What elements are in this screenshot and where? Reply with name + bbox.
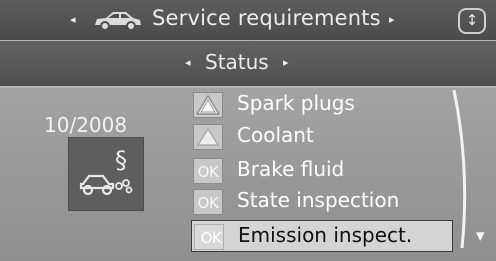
header-bar: ◂ Service requirements ▸ ↕ bbox=[0, 0, 496, 40]
list-item-emission-inspect-selected[interactable]: OK Emission inspect. bbox=[191, 220, 453, 252]
header-right-arrow-icon[interactable]: ▸ bbox=[389, 13, 395, 26]
status-label[interactable]: Status bbox=[205, 50, 269, 74]
svg-text:§: § bbox=[115, 146, 127, 174]
warning-status-box bbox=[193, 124, 223, 150]
warning-status-box bbox=[193, 92, 223, 118]
item-label: Spark plugs bbox=[237, 91, 355, 115]
item-label: Coolant bbox=[237, 123, 314, 147]
item-label: Brake fluid bbox=[237, 157, 345, 181]
service-requirements-screen: ◂ Service requirements ▸ ↕ ◂ Status ▸ 10… bbox=[0, 0, 496, 261]
ok-badge: OK bbox=[197, 163, 219, 181]
status-left-arrow-icon[interactable]: ◂ bbox=[185, 56, 191, 69]
screen-title: Service requirements bbox=[152, 6, 381, 30]
status-selector[interactable]: ◂ Status ▸ bbox=[0, 41, 496, 86]
header-left-arrow-icon[interactable]: ◂ bbox=[70, 13, 76, 26]
item-label: Emission inspect. bbox=[238, 223, 413, 247]
emission-inspection-icon: § bbox=[68, 137, 144, 211]
list-item-brake-fluid[interactable]: OK Brake fluid bbox=[193, 155, 443, 187]
list-item-spark-plugs[interactable]: Spark plugs bbox=[193, 89, 443, 121]
list-item-state-inspection[interactable]: OK State inspection bbox=[193, 186, 443, 218]
car-icon bbox=[95, 12, 141, 31]
due-date: 10/2008 bbox=[44, 113, 128, 137]
ok-badge: OK bbox=[200, 229, 222, 247]
warning-triangle-icon bbox=[195, 94, 221, 115]
ok-badge: OK bbox=[197, 194, 219, 212]
ok-status-box: OK bbox=[193, 158, 223, 184]
scroll-updown-icon[interactable]: ↕ bbox=[458, 8, 486, 34]
status-right-arrow-icon[interactable]: ▸ bbox=[283, 56, 289, 69]
item-label: State inspection bbox=[237, 188, 400, 212]
list-item-coolant[interactable]: Coolant bbox=[193, 121, 443, 153]
warning-triangle-icon bbox=[196, 127, 220, 146]
ok-status-box: OK bbox=[194, 224, 224, 250]
ok-status-box: OK bbox=[193, 189, 223, 215]
scroll-down-icon[interactable]: ▾ bbox=[476, 226, 485, 246]
